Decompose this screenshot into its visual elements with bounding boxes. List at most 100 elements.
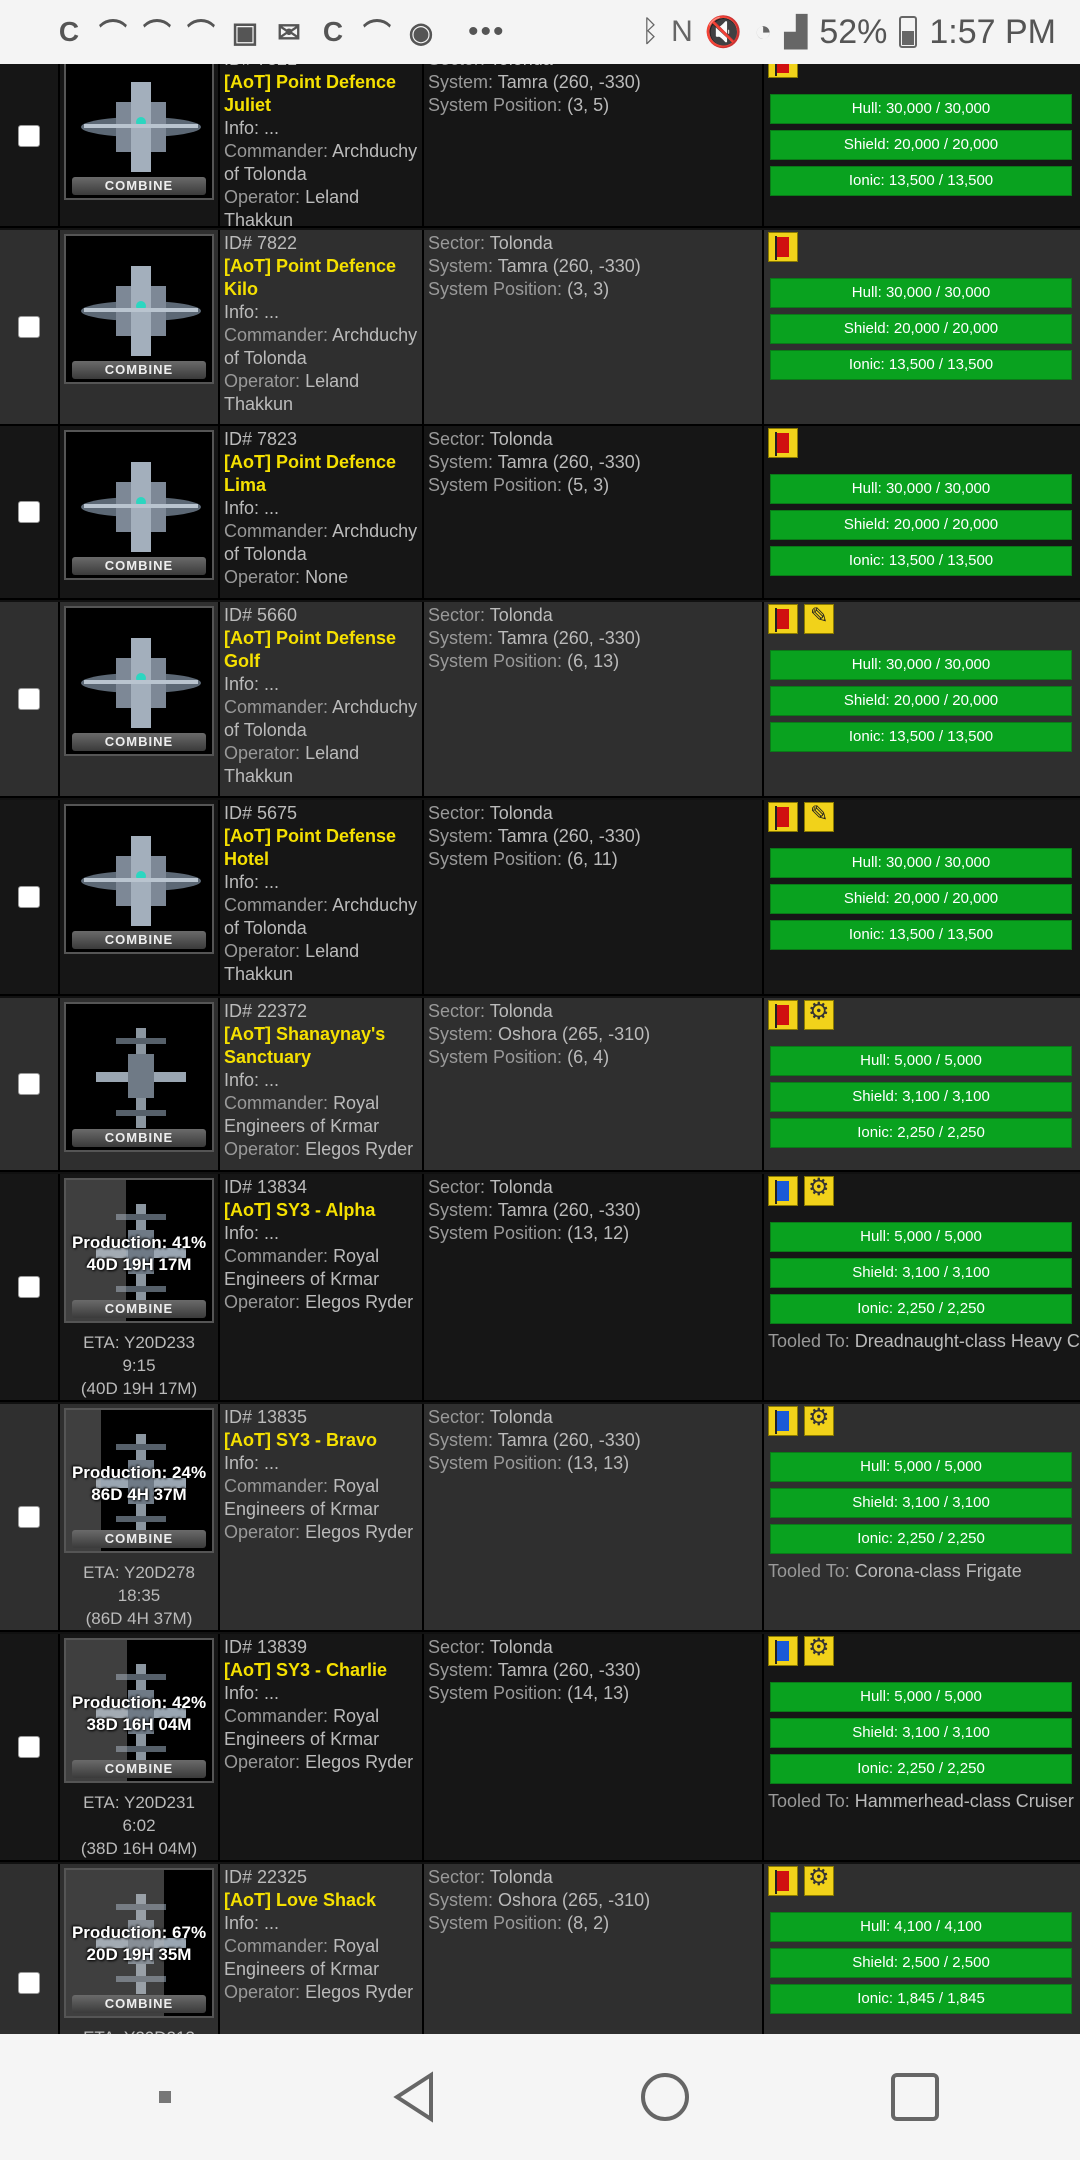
overview-icon[interactable] xyxy=(875,2057,955,2137)
ionic-bar: Ionic: 13,500 / 13,500 xyxy=(770,350,1072,380)
select-checkbox[interactable] xyxy=(18,1276,40,1298)
gears-icon[interactable] xyxy=(804,1636,834,1666)
status-badges xyxy=(768,1636,1076,1668)
battery-percent: 52% xyxy=(819,12,888,51)
ship-image xyxy=(76,256,206,371)
entity-info: Info: ... xyxy=(224,674,280,694)
select-checkbox[interactable] xyxy=(18,688,40,710)
ship-thumbnail[interactable]: COMBINE xyxy=(64,1002,214,1152)
status-cell: Hull: 30,000 / 30,000 Shield: 20,000 / 2… xyxy=(764,800,1080,994)
entity-name-link[interactable]: [AoT] Point Defence Juliet xyxy=(224,71,418,117)
ship-thumbnail[interactable]: COMBINE xyxy=(64,430,214,580)
flag-icon[interactable] xyxy=(768,232,798,262)
flag-icon[interactable] xyxy=(768,1636,798,1666)
entity-id: ID# 5660 xyxy=(224,605,298,625)
select-checkbox[interactable] xyxy=(18,1073,40,1095)
recents-dot-icon[interactable] xyxy=(125,2057,205,2137)
status-cell: Hull: 30,000 / 30,000 Shield: 20,000 / 2… xyxy=(764,230,1080,424)
sector: Sector: Tolonda xyxy=(428,429,553,449)
ship-thumbnail[interactable]: Production: 24% 86D 4H 37M COMBINE xyxy=(64,1408,214,1553)
select-cell xyxy=(0,1174,60,1400)
operator: Operator: Leland Thakkun xyxy=(224,371,360,414)
commander: Commander: Royal Engineers of Krmar xyxy=(224,1093,380,1136)
system: System: Oshora (265, -310) xyxy=(428,1890,651,1910)
select-checkbox[interactable] xyxy=(18,316,40,338)
entity-name-link[interactable]: [AoT] Point Defense Golf xyxy=(224,627,418,673)
entity-name-link[interactable]: [AoT] SY3 - Alpha xyxy=(224,1199,418,1222)
select-checkbox[interactable] xyxy=(18,125,40,147)
flag-icon[interactable] xyxy=(768,604,798,634)
gears-icon[interactable] xyxy=(804,1406,834,1436)
thumbnail-cell: Production: 42% 38D 16H 04M COMBINE ETA:… xyxy=(60,1634,220,1860)
repair-icon[interactable] xyxy=(804,802,834,832)
gears-icon[interactable] xyxy=(804,1176,834,1206)
flag-icon[interactable] xyxy=(768,802,798,832)
entity-name-link[interactable]: [AoT] Point Defence Kilo xyxy=(224,255,418,301)
entity-name-link[interactable]: [AoT] Point Defence Lima xyxy=(224,451,418,497)
thumbnail-cell: COMBINE xyxy=(60,800,220,994)
ship-thumbnail[interactable]: Production: 41% 40D 19H 17M COMBINE xyxy=(64,1178,214,1323)
thumbnail-cell: COMBINE xyxy=(60,602,220,796)
select-checkbox[interactable] xyxy=(18,886,40,908)
production-percent: Production: 41% xyxy=(71,1233,207,1252)
status-cell: Hull: 5,000 / 5,000 Shield: 3,100 / 3,10… xyxy=(764,1404,1080,1630)
gears-icon[interactable] xyxy=(804,1000,834,1030)
ship-thumbnail[interactable]: COMBINE xyxy=(64,606,214,756)
mute-icon: 🔇 xyxy=(704,15,743,49)
ship-thumbnail[interactable]: Production: 42% 38D 16H 04M COMBINE xyxy=(64,1638,214,1783)
gears-icon[interactable] xyxy=(804,1866,834,1896)
status-badges xyxy=(768,604,1076,636)
commander: Commander: Archduchy of Tolonda xyxy=(224,521,418,564)
tooled-to: Tooled To: Dreadnaught-class Heavy Cr xyxy=(768,1331,1080,1351)
select-checkbox[interactable] xyxy=(18,1736,40,1758)
ionic-bar: Ionic: 13,500 / 13,500 xyxy=(770,546,1072,576)
ship-image xyxy=(76,826,206,941)
info-cell: ID# 13834 [AoT] SY3 - Alpha Info: ... Co… xyxy=(220,1174,424,1400)
home-icon[interactable] xyxy=(625,2057,705,2137)
back-icon[interactable] xyxy=(375,2057,455,2137)
shield-bar: Shield: 3,100 / 3,100 xyxy=(770,1082,1072,1112)
flag-icon[interactable] xyxy=(768,428,798,458)
list-item: COMBINE ID# 5660 [AoT] Point Defense Gol… xyxy=(0,602,1080,798)
tooled-to: Tooled To: Hammerhead-class Cruiser xyxy=(768,1791,1074,1811)
entity-name-link[interactable]: [AoT] SY3 - Bravo xyxy=(224,1429,418,1452)
list-item: COMBINE ID# 7822 [AoT] Point Defence Kil… xyxy=(0,230,1080,426)
flag-icon[interactable] xyxy=(768,64,798,78)
select-checkbox[interactable] xyxy=(18,1972,40,1994)
ship-thumbnail[interactable]: COMBINE xyxy=(64,234,214,384)
entity-id: ID# 22372 xyxy=(224,1001,308,1021)
eta-date: ETA: Y20D233 xyxy=(83,1333,195,1352)
ship-thumbnail[interactable]: Production: 67% 20D 19H 35M COMBINE xyxy=(64,1868,214,2018)
entity-name-link[interactable]: [AoT] Point Defense Hotel xyxy=(224,825,418,871)
flag-icon[interactable] xyxy=(768,1176,798,1206)
eta-time: 18:35 xyxy=(117,1586,161,1605)
system: System: Tamra (260, -330) xyxy=(428,628,641,648)
entity-id: ID# 7821 xyxy=(224,64,418,71)
sector: Sector: Tolonda xyxy=(428,803,553,823)
system-position: System Position: (3, 3) xyxy=(428,279,610,299)
repair-icon[interactable] xyxy=(804,604,834,634)
hull-bar: Hull: 5,000 / 5,000 xyxy=(770,1222,1072,1252)
shield-bar: Shield: 20,000 / 20,000 xyxy=(770,314,1072,344)
ionic-bar: Ionic: 1,845 / 1,845 xyxy=(770,1984,1072,2014)
flag-icon[interactable] xyxy=(768,1406,798,1436)
ship-thumbnail[interactable]: COMBINE xyxy=(64,64,214,200)
entity-name-link[interactable]: [AoT] Love Shack xyxy=(224,1889,418,1912)
location-cell: Sector: Tolonda System: Tamra (260, -330… xyxy=(424,602,764,796)
status-badges xyxy=(768,428,1076,460)
ship-thumbnail[interactable]: COMBINE xyxy=(64,804,214,954)
commander: Commander: Royal Engineers of Krmar xyxy=(224,1246,380,1289)
status-cell: Hull: 5,000 / 5,000 Shield: 3,100 / 3,10… xyxy=(764,1634,1080,1860)
entity-name-link[interactable]: [AoT] Shanaynay's Sanctuary xyxy=(224,1023,418,1069)
location-cell: Sector: Tolonda System: Tamra (260, -330… xyxy=(424,426,764,598)
select-checkbox[interactable] xyxy=(18,1506,40,1528)
flag-icon[interactable] xyxy=(768,1000,798,1030)
ship-image xyxy=(76,452,206,567)
navigation-bar xyxy=(0,2034,1080,2160)
commander: Commander: Royal Engineers of Krmar xyxy=(224,1706,380,1749)
entity-name-link[interactable]: [AoT] SY3 - Charlie xyxy=(224,1659,418,1682)
select-checkbox[interactable] xyxy=(18,501,40,523)
commander: Commander: Archduchy of Tolonda xyxy=(224,895,418,938)
hull-bar: Hull: 4,100 / 4,100 xyxy=(770,1912,1072,1942)
flag-icon[interactable] xyxy=(768,1866,798,1896)
